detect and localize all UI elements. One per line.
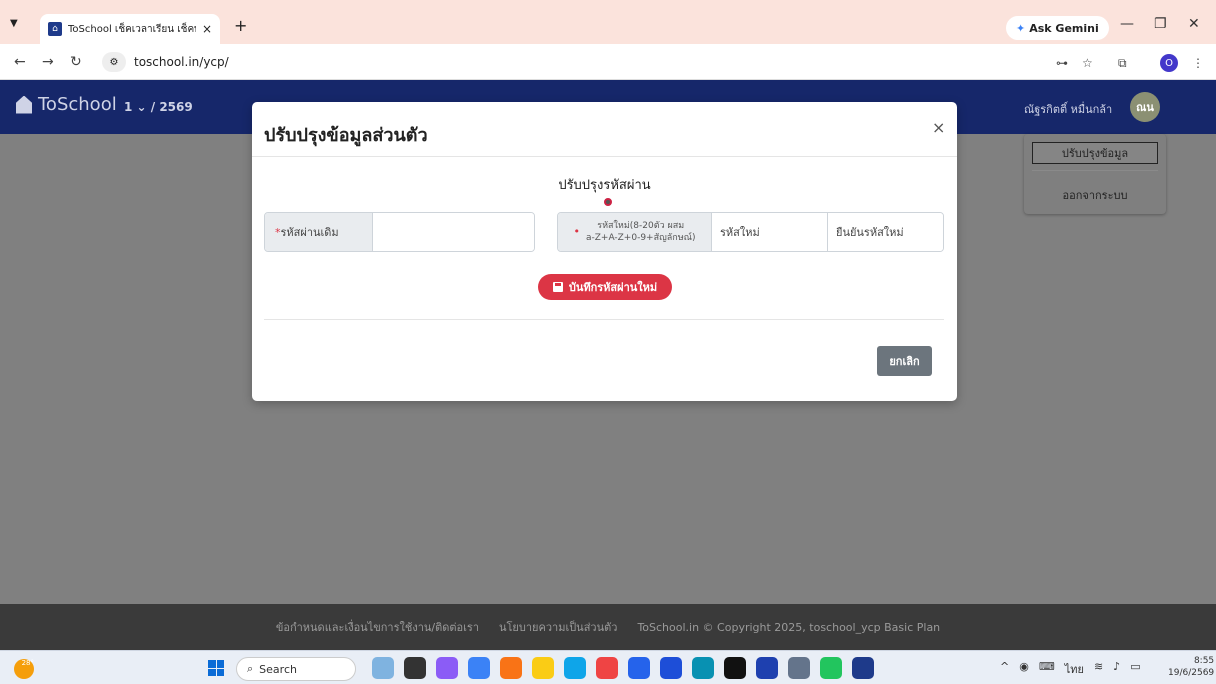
footer-privacy-link[interactable]: นโยบายความเป็นส่วนตัว: [499, 618, 617, 636]
copilot-icon[interactable]: [436, 657, 458, 679]
ask-gemini-label: Ask Gemini: [1029, 21, 1099, 35]
app-icon-8[interactable]: [596, 657, 618, 679]
old-password-label: * รหัสผ่านเดิม: [265, 213, 373, 251]
user-name[interactable]: ณัฐรกิตติ์ หมื่นกล้า: [1024, 100, 1112, 118]
save-disk-icon: [552, 282, 563, 292]
new-password-group: • รหัสใหม่(8-20ตัว ผสม a-Z+A-Z+0-9+สัญลั…: [557, 212, 944, 252]
app-icon-16[interactable]: [852, 657, 874, 679]
logout-menu-item[interactable]: ออกจากระบบ: [1032, 186, 1158, 204]
url-field[interactable]: ⚙ toschool.in/ycp/: [102, 50, 962, 74]
back-icon[interactable]: ←: [14, 54, 26, 70]
ask-gemini-button[interactable]: ✦ Ask Gemini: [1006, 16, 1109, 40]
canva-icon[interactable]: [692, 657, 714, 679]
search-label: Search: [259, 662, 297, 676]
windows-start-icon[interactable]: [208, 660, 224, 676]
minimize-icon[interactable]: —: [1120, 16, 1134, 32]
brand[interactable]: ToSchool: [16, 94, 117, 115]
menu-divider: [1032, 170, 1158, 171]
old-password-group: * รหัสผ่านเดิม: [264, 212, 535, 252]
url-text: toschool.in/ycp/: [134, 55, 229, 69]
forward-icon[interactable]: →: [42, 54, 54, 70]
toschool-favicon-icon: ⌂: [48, 22, 62, 36]
tab-close-icon[interactable]: ×: [202, 22, 212, 36]
user-dropdown-menu: ปรับปรุงข้อมูล ออกจากระบบ: [1024, 134, 1166, 214]
modal-title: ปรับปรุงข้อมูลส่วนตัว: [264, 125, 428, 146]
new-password-hint-line1: รหัสใหม่(8-20ตัว ผสม: [597, 221, 685, 231]
chrome-icon[interactable]: [820, 657, 842, 679]
help-icon[interactable]: [660, 657, 682, 679]
cancel-button[interactable]: ยกเลิก: [877, 346, 932, 376]
term-selector[interactable]: 1 ⌄ / 2569: [124, 100, 193, 114]
new-password-hint-line2: a-Z+A-Z+0-9+สัญลักษณ์): [585, 233, 696, 243]
window-close-icon[interactable]: ✕: [1188, 16, 1200, 32]
new-password-input[interactable]: [712, 213, 828, 251]
zoom-icon[interactable]: [628, 657, 650, 679]
modal-close-icon[interactable]: ×: [932, 118, 945, 137]
old-password-input[interactable]: [373, 213, 534, 251]
new-tab-button[interactable]: +: [234, 16, 247, 35]
school-logo-icon: [16, 95, 32, 114]
tiktok-icon[interactable]: [724, 657, 746, 679]
save-new-password-button[interactable]: บันทึกรหัสผ่านใหม่: [538, 274, 672, 300]
clock-time: 8:55: [1193, 656, 1215, 666]
system-tray: ^ ◉ ⌨ ไทย ≋ ♪ ▭: [1000, 660, 1141, 678]
address-bar-row: ← → ↻ ⚙ toschool.in/ycp/ ⊶ ☆ ⧉ O ⋮: [0, 44, 1216, 80]
user-avatar[interactable]: ณน: [1130, 92, 1160, 122]
windows-taskbar: 28° ⌕ Search ^ ◉ ⌨ ไทย ≋ ♪ ▭ 8:55 19/6/2…: [0, 650, 1216, 684]
restore-icon[interactable]: ❐: [1154, 16, 1167, 32]
bookmark-star-icon[interactable]: ☆: [1082, 56, 1093, 70]
profile-avatar[interactable]: O: [1160, 54, 1178, 72]
browser-menu-icon[interactable]: ⋮: [1192, 56, 1204, 70]
tray-chevron-up-icon[interactable]: ^: [1000, 660, 1009, 678]
app-icon-4[interactable]: [468, 657, 490, 679]
tray-app-icon[interactable]: ◉: [1019, 660, 1029, 678]
password-key-icon[interactable]: ⊶: [1056, 56, 1068, 70]
section-title: ปรับปรุงรหัสผ่าน: [558, 178, 651, 193]
app-icon-13[interactable]: [756, 657, 778, 679]
wifi-icon[interactable]: ≋: [1094, 660, 1103, 678]
reload-icon[interactable]: ↻: [70, 54, 82, 70]
save-button-label: บันทึกรหัสผ่านใหม่: [568, 281, 658, 294]
browser-tab[interactable]: ⌂ ToSchool เช็คเวลาเรียน เช็คพฤติกร ×: [40, 14, 220, 44]
site-info-icon[interactable]: ⚙: [102, 52, 126, 72]
update-profile-menu-item[interactable]: ปรับปรุงข้อมูล: [1032, 142, 1158, 164]
extensions-icon[interactable]: ⧉: [1118, 56, 1127, 71]
app-icon-5[interactable]: [500, 657, 522, 679]
file-explorer-icon[interactable]: [532, 657, 554, 679]
new-password-hint: • รหัสใหม่(8-20ตัว ผสม a-Z+A-Z+0-9+สัญลั…: [558, 213, 712, 251]
footer-terms-link[interactable]: ข้อกำหนดและเงื่อนไขการใช้งาน/ติดต่อเรา: [276, 618, 479, 636]
tab-title: ToSchool เช็คเวลาเรียน เช็คพฤติกร: [68, 23, 196, 35]
widgets-app-icon[interactable]: [372, 657, 394, 679]
tab-search-chevron-icon[interactable]: ▼: [10, 18, 18, 29]
keyboard-icon[interactable]: ⌨: [1039, 660, 1055, 678]
clock-date: 19/6/2569: [1168, 668, 1215, 678]
search-icon: ⌕: [247, 662, 254, 675]
show-password-eye-icon[interactable]: [604, 198, 612, 206]
brand-name: ToSchool: [38, 94, 117, 115]
taskbar-clock[interactable]: 8:55 19/6/2569: [1168, 655, 1214, 679]
weather-widget-icon[interactable]: 28°: [14, 659, 34, 679]
modal-header: ปรับปรุงข้อมูลส่วนตัว ×: [252, 102, 957, 157]
taskbar-search[interactable]: ⌕ Search: [236, 657, 356, 681]
update-profile-modal: ปรับปรุงข้อมูลส่วนตัว × ปรับปรุงรหัสผ่าน…: [252, 102, 957, 401]
gemini-icon: ✦: [1016, 21, 1026, 35]
confirm-password-input[interactable]: [828, 213, 943, 251]
volume-icon[interactable]: ♪: [1113, 660, 1120, 678]
teams-icon[interactable]: [788, 657, 810, 679]
taskbar-apps: [372, 657, 874, 679]
edge-icon[interactable]: [564, 657, 586, 679]
footer-copyright: ToSchool.in © Copyright 2025, toschool_y…: [637, 620, 941, 634]
browser-tab-bar: ▼ ⌂ ToSchool เช็คเวลาเรียน เช็คพฤติกร × …: [0, 0, 1216, 44]
task-view-icon[interactable]: [404, 657, 426, 679]
modal-divider: [264, 319, 944, 320]
battery-icon[interactable]: ▭: [1130, 660, 1140, 678]
page-footer: ข้อกำหนดและเงื่อนไขการใช้งาน/ติดต่อเรา น…: [0, 604, 1216, 650]
language-indicator[interactable]: ไทย: [1065, 660, 1084, 678]
